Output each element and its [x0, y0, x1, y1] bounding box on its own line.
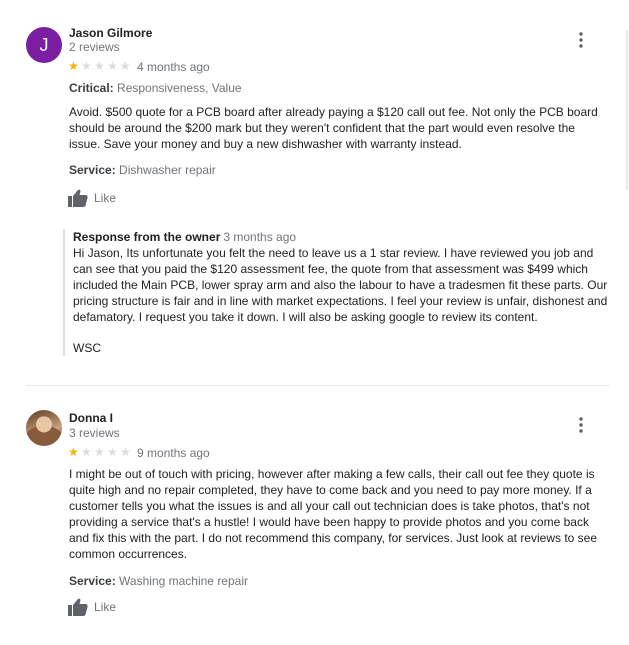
star-icon: ★ [68, 59, 79, 73]
owner-response-heading: Response from the owner [73, 230, 221, 244]
service-value: Dishwasher repair [119, 163, 216, 177]
owner-response-header: Response from the owner 3 months ago [73, 229, 609, 245]
like-label: Like [94, 600, 117, 614]
service-value: Washing machine repair [119, 574, 248, 588]
service-info: Service: Dishwasher repair [69, 163, 216, 177]
review-date: 9 months ago [137, 446, 210, 460]
review-count: 3 reviews [69, 426, 120, 440]
reviewer-name[interactable]: Jason Gilmore [69, 26, 152, 40]
avatar[interactable]: J [26, 27, 62, 63]
thumb-up-icon [68, 598, 88, 616]
star-icon: ★ [120, 445, 131, 459]
star-icon: ★ [107, 445, 118, 459]
scrollbar[interactable] [626, 30, 628, 190]
star-rating: ★ ★ ★ ★ ★ [68, 446, 132, 458]
review-count: 2 reviews [69, 40, 120, 54]
star-icon: ★ [120, 59, 131, 73]
service-label: Service: [69, 163, 116, 177]
star-icon: ★ [68, 445, 79, 459]
more-vert-icon [579, 32, 583, 48]
like-button[interactable]: Like [68, 189, 116, 207]
service-info: Service: Washing machine repair [69, 574, 248, 588]
star-icon: ★ [94, 59, 105, 73]
reviewer-name[interactable]: Donna I [69, 411, 113, 425]
review-text: I might be out of touch with pricing, ho… [69, 467, 598, 561]
like-label: Like [94, 191, 117, 205]
star-rating: ★ ★ ★ ★ ★ [68, 60, 132, 72]
critical-value: Responsiveness, Value [117, 81, 242, 95]
star-icon: ★ [81, 59, 92, 73]
star-icon: ★ [94, 445, 105, 459]
more-options-button[interactable] [574, 30, 588, 50]
review-divider [26, 385, 610, 386]
critical-label: Critical: [69, 81, 114, 95]
review-text: Avoid. $500 quote for a PCB board after … [69, 105, 598, 151]
avatar[interactable] [26, 410, 62, 446]
owner-response-signature: WSC [73, 341, 101, 355]
star-icon: ★ [107, 59, 118, 73]
like-button[interactable]: Like [68, 598, 116, 616]
thumb-up-icon [68, 189, 88, 207]
critical-aspects: Critical: Responsiveness, Value [69, 81, 242, 95]
owner-response-text: Hi Jason, Its unfortunate you felt the n… [73, 246, 608, 324]
more-vert-icon [579, 417, 583, 433]
service-label: Service: [69, 574, 116, 588]
more-options-button[interactable] [574, 415, 588, 435]
owner-response-date: 3 months ago [223, 230, 297, 244]
review-date: 4 months ago [137, 60, 210, 74]
owner-response: Response from the owner 3 months ago Hi J… [63, 229, 609, 356]
star-icon: ★ [81, 445, 92, 459]
